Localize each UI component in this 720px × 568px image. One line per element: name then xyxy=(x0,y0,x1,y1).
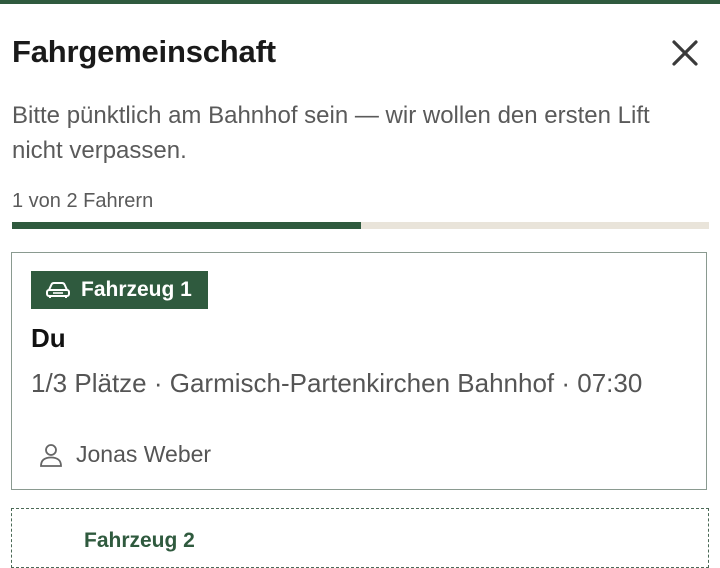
passenger-name: Jonas Weber xyxy=(76,441,212,467)
vehicle-badge: Fahrzeug 1 xyxy=(31,271,208,309)
vehicle-card-empty[interactable]: Fahrzeug 2 xyxy=(11,508,709,568)
vehicle-card[interactable]: Fahrzeug 1 Du 1/3 Plätze · Garmisch-Part… xyxy=(11,252,707,490)
sheet-header: Fahrgemeinschaft xyxy=(12,34,712,74)
close-icon xyxy=(672,40,698,66)
progress-bar xyxy=(12,222,709,229)
vehicle-badge-label: Fahrzeug 1 xyxy=(81,278,192,301)
notice-text: Bitte pünktlich am Bahnhof sein — wir wo… xyxy=(12,102,650,164)
person-icon xyxy=(40,443,62,467)
vehicle-badge-label: Fahrzeug 2 xyxy=(84,529,195,552)
progress-label: 1 von 2 Fahrern xyxy=(12,190,154,212)
passenger-item: Jonas Weber xyxy=(38,441,211,468)
ride-details: 1/3 Plätze · Garmisch-Partenkirchen Bahn… xyxy=(31,368,643,398)
driver-name: Du xyxy=(31,323,66,353)
progress-bar-fill xyxy=(12,222,361,229)
sheet-title: Fahrgemeinschaft xyxy=(12,34,276,69)
close-button[interactable] xyxy=(668,36,702,70)
car-icon xyxy=(46,282,70,298)
carpool-sheet: Fahrgemeinschaft Bitte pünktlich am Bahn… xyxy=(0,4,720,568)
